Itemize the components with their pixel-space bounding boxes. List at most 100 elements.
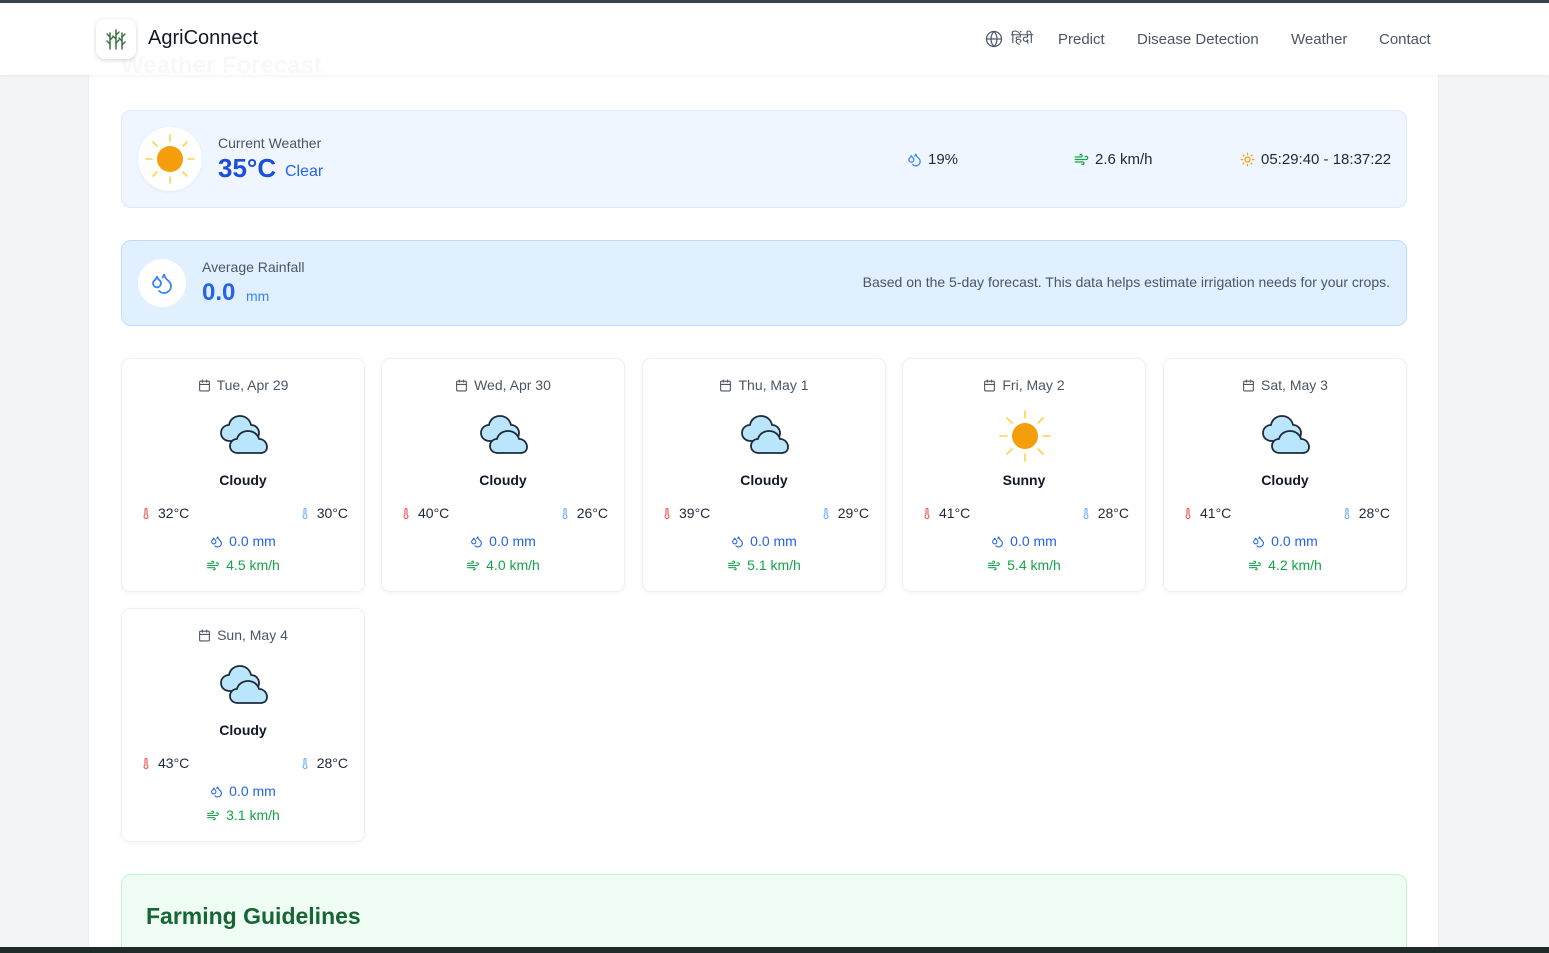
cloud-icon [220,415,268,454]
thermometer-low-icon [823,507,829,519]
nav-link-disease-detection[interactable]: Disease Detection [1137,31,1259,48]
forecast-high: 39°C [661,505,710,521]
forecast-condition: Cloudy [219,722,267,738]
thermometer-high-icon [1185,507,1191,519]
language-label: हिंदी [1011,30,1034,46]
wind-icon [467,560,480,570]
brand-name[interactable]: AgriConnect [148,27,258,50]
farming-guidelines-card: Farming Guidelines [121,874,1407,953]
forecast-wind-value: 4.2 km/h [1268,557,1322,573]
current-weather-label: Current Weather [218,135,322,151]
globe-icon [985,30,1003,47]
thermometer-low-icon [1083,507,1089,519]
current-weather-card: Current Weather 35°C Clear 19% 2.6 km/h … [121,110,1407,208]
thermometer-high-icon [143,757,149,769]
droplets-icon [152,273,172,294]
sun-icon [999,410,1051,462]
forecast-high: 40°C [400,505,449,521]
forecast-day-card: Wed, Apr 30 Cloudy 40°C 26°C 0.0 mm 4.0 km/h [381,358,625,592]
droplets-icon [211,785,223,797]
calendar-icon [1243,379,1254,391]
forecast-high-value: 40°C [418,505,450,521]
thermometer-low-icon [302,757,308,769]
wind-icon [1074,153,1089,166]
forecast-date: Sat, May 3 [1164,377,1406,393]
forecast-condition: Cloudy [479,472,527,488]
nav-link-contact[interactable]: Contact [1379,31,1431,48]
forecast-date: Thu, May 1 [643,377,885,393]
rainfall-unit: mm [246,288,270,304]
forecast-condition: Cloudy [1261,472,1309,488]
humidity-value: 19% [928,151,959,168]
forecast-high: 41°C [921,505,970,521]
forecast-high-value: 32°C [158,505,190,521]
thermometer-low-icon [1344,507,1350,519]
rainfall-icon-wrap [138,259,186,307]
forecast-low-value: 28°C [1097,505,1129,521]
forecast-rain: 0.0 mm [1164,533,1406,549]
forecast-low: 28°C [1341,505,1390,521]
forecast-low: 30°C [299,505,348,521]
current-sun-times: 05:29:40 - 18:37:22 [1240,151,1391,168]
rainfall-label: Average Rainfall [202,259,305,275]
forecast-wind-value: 4.0 km/h [486,557,540,573]
forecast-high: 32°C [140,505,189,521]
forecast-condition-icon [737,409,793,463]
forecast-low-value: 29°C [837,505,869,521]
forecast-high: 43°C [140,755,189,771]
forecast-day-card: Sat, May 3 Cloudy 41°C 28°C 0.0 mm 4.2 km/h [1163,358,1407,592]
forecast-rain-value: 0.0 mm [229,533,276,549]
current-humidity: 19% [907,151,958,168]
current-condition: Clear [285,163,324,180]
forecast-wind-value: 3.1 km/h [226,807,280,823]
forecast-condition-icon [1258,409,1314,463]
calendar-icon [984,379,996,391]
calendar-icon [456,379,468,391]
average-rainfall-card: Average Rainfall 0.0 mm Based on the 5-d… [121,240,1407,326]
calendar-icon [199,629,210,641]
forecast-condition: Cloudy [740,472,788,488]
forecast-low: 28°C [299,755,348,771]
nav-link-weather[interactable]: Weather [1291,31,1347,48]
forecast-day-card: Tue, Apr 29 Cloudy 32°C 30°C 0.0 mm 4.5 km/h [121,358,365,592]
droplets-icon [211,535,223,547]
forecast-wind: 3.1 km/h [122,807,364,823]
thermometer-high-icon [403,507,409,519]
wind-icon [207,810,220,820]
cloud-icon [1262,415,1310,454]
forecast-date-label: Sun, May 4 [217,627,288,643]
forecast-date: Fri, May 2 [903,377,1145,393]
thermometer-high-icon [664,507,670,519]
forecast-date-label: Fri, May 2 [1002,377,1065,393]
forecast-date-label: Tue, Apr 29 [216,377,289,393]
thermometer-high-icon [143,507,149,519]
current-wind: 2.6 km/h [1074,151,1153,168]
forecast-day-card: Sun, May 4 Cloudy 43°C 28°C 0.0 mm 3.1 km/h [121,608,365,842]
farming-guidelines-title: Farming Guidelines [146,903,361,929]
language-toggle[interactable]: हिंदी [985,29,1033,48]
cloud-icon [741,415,789,454]
forecast-low-value: 26°C [576,505,608,521]
sun-icon [145,134,195,184]
forecast-high-value: 41°C [1200,505,1232,521]
thermometer-low-icon [562,507,568,519]
brand-logo[interactable] [96,19,136,59]
forecast-rain: 0.0 mm [903,533,1145,549]
forecast-date: Wed, Apr 30 [382,377,624,393]
sun-small-icon [1240,152,1255,167]
thermometer-low-icon [302,507,308,519]
droplets-icon [471,535,483,547]
thermometer-high-icon [924,507,930,519]
sun-times-value: 05:29:40 - 18:37:22 [1261,151,1392,168]
forecast-date-label: Wed, Apr 30 [474,377,551,393]
calendar-icon [198,379,210,391]
forecast-rain: 0.0 mm [382,533,624,549]
current-temperature: 35°C [218,153,277,183]
forecast-condition-icon [216,409,272,463]
forecast-condition: Sunny [1002,472,1046,488]
wind-icon [988,560,1001,570]
forecast-high-value: 43°C [158,755,190,771]
forecast-low: 29°C [820,505,869,521]
nav-link-predict[interactable]: Predict [1058,31,1105,48]
droplets-icon [1253,535,1265,547]
